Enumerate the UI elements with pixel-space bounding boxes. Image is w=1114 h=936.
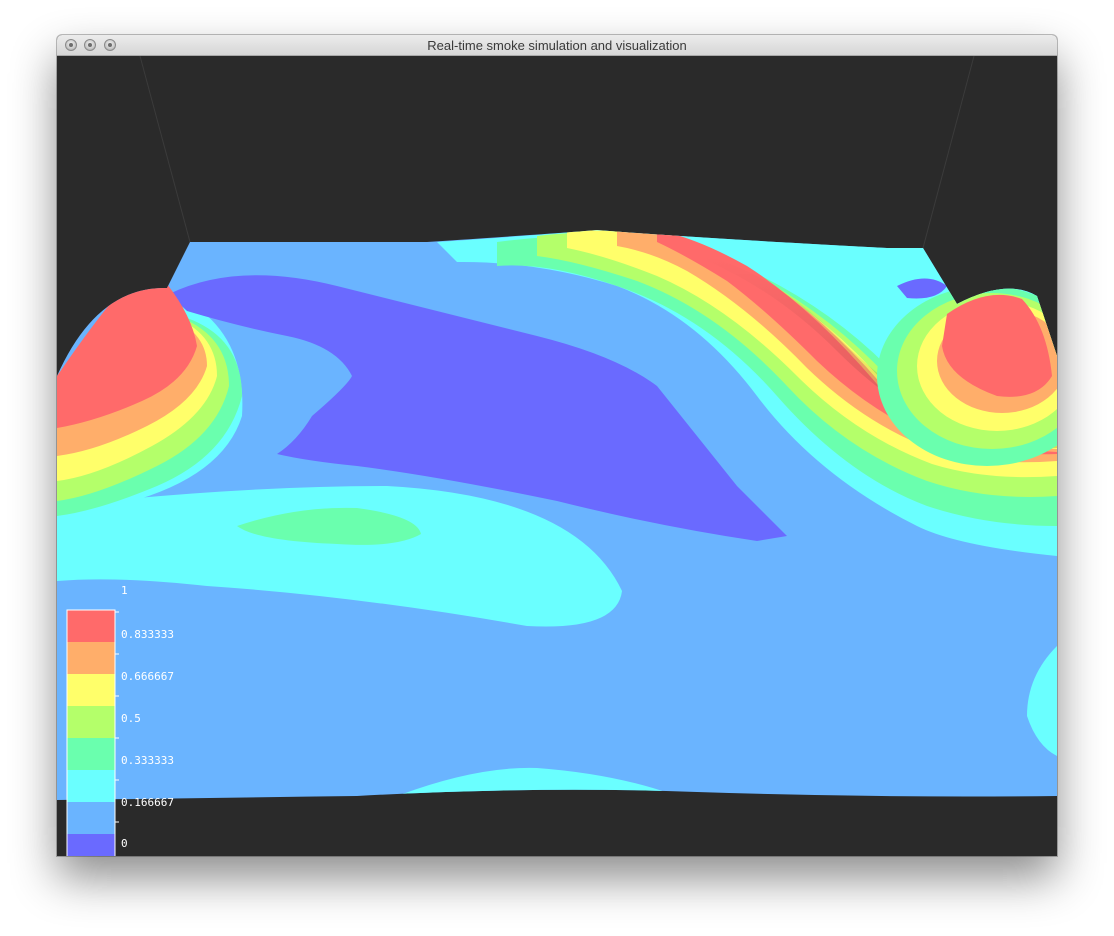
smoke-surface-render bbox=[57, 55, 1057, 856]
legend-label-05: 0.5 bbox=[121, 712, 141, 725]
legend-swatch-2 bbox=[67, 642, 115, 674]
legend-swatch-4 bbox=[67, 706, 115, 738]
legend-swatch-1 bbox=[67, 610, 115, 642]
legend-label-0: 0 bbox=[121, 837, 128, 850]
legend-swatch-7 bbox=[67, 802, 115, 834]
density-surface bbox=[57, 230, 1057, 800]
window-title: Real-time smoke simulation and visualiza… bbox=[427, 38, 687, 53]
color-legend bbox=[66, 609, 119, 856]
legend-label-1: 1 bbox=[121, 584, 128, 597]
legend-swatch-5 bbox=[67, 738, 115, 770]
legend-swatch-3 bbox=[67, 674, 115, 706]
legend-label-0167: 0.166667 bbox=[121, 796, 174, 809]
perspective-edge-right bbox=[922, 55, 975, 249]
legend-label-0833: 0.833333 bbox=[121, 628, 174, 641]
legend-swatch-6 bbox=[67, 770, 115, 802]
app-window: Real-time smoke simulation and visualiza… bbox=[57, 35, 1057, 856]
legend-label-0333: 0.333333 bbox=[121, 754, 174, 767]
legend-label-0667: 0.666667 bbox=[121, 670, 174, 683]
legend-swatch-8 bbox=[67, 834, 115, 856]
title-bar: Real-time smoke simulation and visualiza… bbox=[57, 35, 1057, 56]
perspective-edge-left bbox=[139, 55, 191, 243]
simulation-viewport[interactable]: 1 0.833333 0.666667 0.5 0.333333 0.16666… bbox=[57, 55, 1057, 856]
